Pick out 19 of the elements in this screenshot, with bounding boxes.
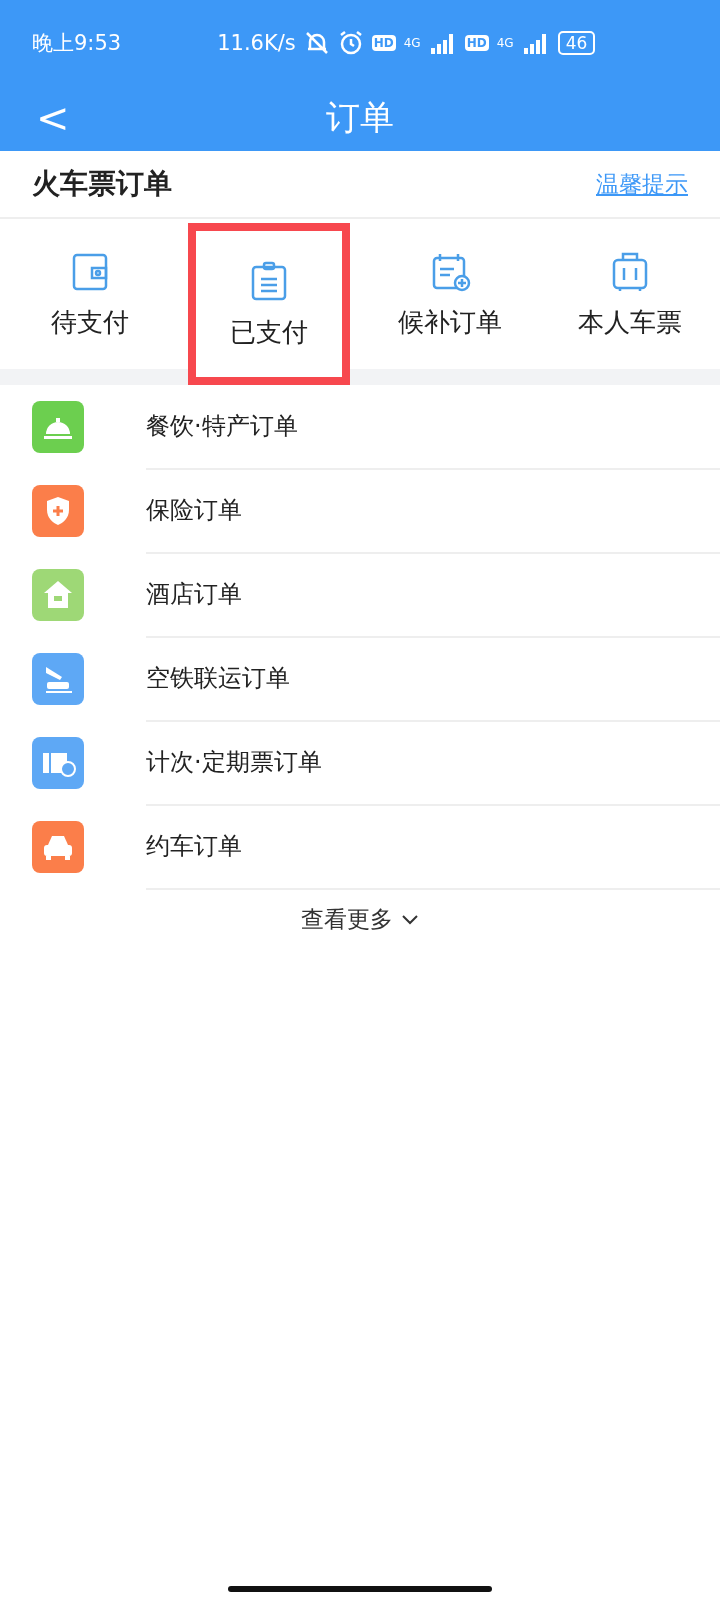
- section-title: 火车票订单: [32, 166, 172, 202]
- order-item[interactable]: 餐饮·特产订单: [146, 410, 298, 442]
- bell-muted-icon: [303, 29, 330, 56]
- chevron-down-icon: [401, 913, 419, 926]
- network-type: 4G: [496, 35, 514, 50]
- order-tab[interactable]: 已支付: [188, 223, 350, 385]
- order-item[interactable]: 空铁联运订单: [146, 662, 290, 694]
- order-item[interactable]: 计次·定期票订单: [146, 746, 322, 778]
- battery-level: 46: [557, 30, 596, 55]
- hd-badge: HD: [464, 34, 489, 51]
- order-item[interactable]: 酒店订单: [146, 578, 242, 610]
- order-item[interactable]: 约车订单: [146, 830, 242, 862]
- hd-badge: HD: [371, 34, 396, 51]
- more-button[interactable]: 查看更多: [295, 903, 425, 936]
- page-title: 订单: [326, 96, 394, 139]
- network-type: 4G: [403, 35, 421, 50]
- order-item[interactable]: 保险订单: [146, 494, 242, 526]
- network-speed: 11.6K/s: [217, 30, 296, 55]
- status-time: 晚上9:53: [32, 29, 122, 57]
